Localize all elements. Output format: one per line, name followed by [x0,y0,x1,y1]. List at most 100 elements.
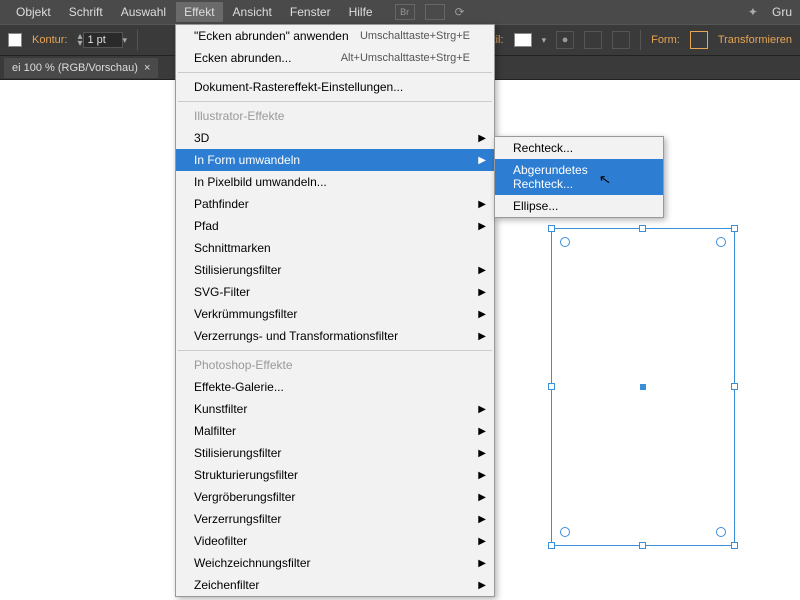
bridge-icon[interactable]: Br [395,4,415,20]
menu-item-label: Videofilter [194,534,247,548]
menu-item-label: Strukturierungsfilter [194,468,298,482]
menu-item-pathfinder[interactable]: Pathfinder▶ [176,193,494,215]
submenu-arrow-icon: ▶ [478,514,486,525]
fill-swatch[interactable] [8,33,22,47]
workspace-label[interactable]: Gru [772,5,792,19]
globe-icon[interactable]: ● [556,31,574,49]
menu-item-3d[interactable]: 3D ▶ [176,127,494,149]
kontur-dropdown-icon[interactable]: ▾ [123,35,128,46]
stil-swatch[interactable] [514,33,532,47]
menu-item-label: Verzerrungs- und Transformationsfilter [194,329,398,343]
menu-separator [178,350,492,351]
menu-shortcut: Alt+Umschalttaste+Strg+E [341,52,470,64]
menu-item-stylize-ps[interactable]: Stilisierungsfilter▶ [176,442,494,464]
menu-item-distort-ps[interactable]: Verzerrungsfilter▶ [176,508,494,530]
menu-item-label: Effekte-Galerie... [194,380,284,394]
menu-item-rasterize[interactable]: In Pixelbild umwandeln... [176,171,494,193]
submenu-arrow-icon: ▶ [478,221,486,232]
stil-dropdown-icon[interactable]: ▾ [542,35,547,46]
menu-item-video[interactable]: Videofilter ▶ [176,530,494,552]
menu-item-apply-last[interactable]: "Ecken abrunden" anwenden Umschalttaste+… [176,25,494,47]
menu-auswahl[interactable]: Auswahl [113,2,174,22]
submenu-arrow-icon: ▶ [478,287,486,298]
menu-item-label: Schnittmarken [194,241,271,255]
effekt-menu: "Ecken abrunden" anwenden Umschalttaste+… [175,24,495,597]
menu-fenster[interactable]: Fenster [282,2,339,22]
tab-close-icon[interactable]: × [144,62,150,74]
corner-radius-widget-tl[interactable] [560,237,570,247]
menu-item-brush-strokes[interactable]: Malfilter ▶ [176,420,494,442]
sync-icon[interactable]: ⟳ [455,5,465,19]
submenu-arrow-icon: ▶ [478,309,486,320]
center-point [640,384,646,390]
form-icon[interactable] [690,31,708,49]
notifications-icon[interactable]: ✦ [748,5,758,19]
menu-section-photoshop: Photoshop-Effekte [176,354,494,376]
menu-item-effects-gallery[interactable]: Effekte-Galerie... [176,376,494,398]
menu-hilfe[interactable]: Hilfe [341,2,381,22]
menu-item-convert-to-shape[interactable]: In Form umwandeln▶ [176,149,494,171]
selected-rectangle[interactable] [551,228,735,546]
resize-handle-tr[interactable] [731,225,738,232]
menu-item-label: Vergröberungsfilter [194,490,295,504]
menu-item-raster-settings[interactable]: Dokument-Rastereffekt-Einstellungen... [176,76,494,98]
corner-radius-widget-bl[interactable] [560,527,570,537]
menu-schrift[interactable]: Schrift [61,2,111,22]
submenu-arrow-icon: ▶ [478,331,486,342]
menu-item-label: 3D [194,131,209,145]
menu-item-warp[interactable]: Verkrümmungsfilter▶ [176,303,494,325]
menu-item-label: SVG-Filter [194,285,250,299]
submenu-item-rectangle[interactable]: Rechteck... [495,137,663,159]
corner-radius-widget-tr[interactable] [716,237,726,247]
resize-handle-br[interactable] [731,542,738,549]
menu-item-label: Ecken abrunden... [194,51,291,65]
menu-effekt[interactable]: Effekt [176,2,222,22]
transform-label[interactable]: Transformieren [718,34,792,46]
submenu-arrow-icon: ▶ [478,426,486,437]
menu-item-svg-filters[interactable]: SVG-Filter ▶ [176,281,494,303]
menu-item-stylize[interactable]: Stilisierungsfilter▶ [176,259,494,281]
menu-item-last-effect[interactable]: Ecken abrunden... Alt+Umschalttaste+Strg… [176,47,494,69]
kontur-label: Kontur: [32,34,67,46]
menu-item-label: Stilisierungsfilter [194,446,281,460]
menu-section-illustrator: Illustrator-Effekte [176,105,494,127]
menu-item-blur[interactable]: Weichzeichnungsfilter ▶ [176,552,494,574]
submenu-arrow-icon: ▶ [478,536,486,547]
menu-item-distort-transform[interactable]: Verzerrungs- und Transformationsfilter ▶ [176,325,494,347]
menu-objekt[interactable]: Objekt [8,2,59,22]
resize-handle-tl[interactable] [548,225,555,232]
menu-item-label: Malfilter [194,424,236,438]
submenu-arrow-icon: ▶ [478,404,486,415]
submenu-item-ellipse[interactable]: Ellipse... [495,195,663,217]
menu-item-texture[interactable]: Strukturierungsfilter ▶ [176,464,494,486]
submenu-arrow-icon: ▶ [478,580,486,591]
submenu-arrow-icon: ▶ [478,133,486,144]
submenu-arrow-icon: ▶ [478,558,486,569]
menu-ansicht[interactable]: Ansicht [225,2,280,22]
resize-handle-tm[interactable] [639,225,646,232]
menu-item-sketch[interactable]: Zeichenfilter ▶ [176,574,494,596]
prefs-icon[interactable] [612,31,630,49]
resize-handle-ml[interactable] [548,383,555,390]
menu-item-label: "Ecken abrunden" anwenden [194,29,349,43]
doc-setup-icon[interactable] [584,31,602,49]
menu-item-label: Zeichenfilter [194,578,259,592]
resize-handle-bl[interactable] [548,542,555,549]
submenu-arrow-icon: ▶ [478,470,486,481]
layout-icon[interactable] [425,4,445,20]
tab-title: ei 100 % (RGB/Vorschau) [12,62,138,74]
resize-handle-bm[interactable] [639,542,646,549]
menu-shortcut: Umschalttaste+Strg+E [360,30,470,42]
menu-item-label: Weichzeichnungsfilter [194,556,311,570]
resize-handle-mr[interactable] [731,383,738,390]
corner-radius-widget-br[interactable] [716,527,726,537]
menu-item-artistic[interactable]: Kunstfilter▶ [176,398,494,420]
submenu-item-rounded-rectangle[interactable]: Abgerundetes Rechteck... [495,159,663,195]
form-label[interactable]: Form: [651,34,680,46]
document-tab[interactable]: ei 100 % (RGB/Vorschau) × [4,58,158,78]
menu-item-pixelate[interactable]: Vergröberungsfilter▶ [176,486,494,508]
kontur-value-input[interactable]: 1 pt [83,32,123,48]
menu-item-crop-marks[interactable]: Schnittmarken [176,237,494,259]
menu-item-pfad[interactable]: Pfad▶ [176,215,494,237]
menu-item-label: In Form umwandeln [194,153,300,167]
